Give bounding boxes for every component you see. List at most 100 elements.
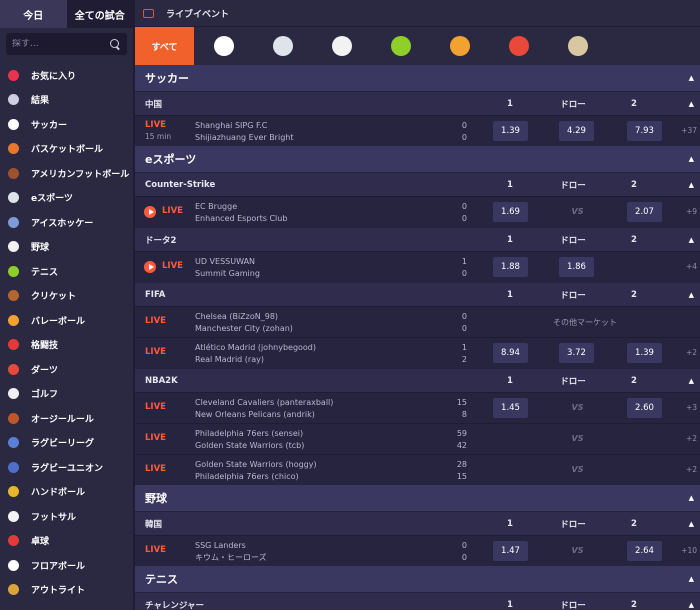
sidebar-item[interactable]: 野球 <box>0 235 133 260</box>
sidebar-item[interactable]: アウトライト <box>0 578 133 603</box>
sidebar-item[interactable]: ラグビーユニオン <box>0 455 133 480</box>
event-teams[interactable]: Atlético Madrid (johnybegood) Real Madrid… <box>195 342 316 366</box>
odds-draw-button[interactable]: 1.86 <box>559 257 594 277</box>
odds-home-button[interactable]: 1.39 <box>493 121 528 141</box>
filter-baseball-button[interactable] <box>312 27 371 65</box>
sidebar-item[interactable]: オージールール <box>0 406 133 431</box>
sidebar-item[interactable]: 卓球 <box>0 529 133 554</box>
more-markets-link[interactable]: +9 <box>686 207 697 216</box>
odds-home-button[interactable]: 1.47 <box>493 541 528 561</box>
category-header[interactable]: 野球 ▲ <box>135 485 700 511</box>
filter-mouse-button[interactable] <box>253 27 312 65</box>
event-teams[interactable]: SSG Landers キウム・ヒーローズ <box>195 540 267 564</box>
search-icon[interactable] <box>110 38 121 50</box>
odds-home-button[interactable]: 1.69 <box>493 202 528 222</box>
league-header[interactable]: 中国 1 ドロー 2 ▲ <box>135 91 700 115</box>
odds-away-button[interactable]: 2.64 <box>627 541 662 561</box>
more-markets-link[interactable]: +2 <box>686 465 697 474</box>
sidebar-item[interactable]: eスポーツ <box>0 186 133 211</box>
filter-soccer-ball-button[interactable] <box>194 27 253 65</box>
odds-home-button[interactable]: 1.88 <box>493 257 528 277</box>
league-name: Counter-Strike <box>145 179 216 190</box>
chevron-up-icon[interactable]: ▲ <box>689 236 694 244</box>
event-row[interactable]: LIVE EC Brugge Enhanced Esports Club 0 0 1.69… <box>135 196 700 227</box>
live-play-icon[interactable] <box>144 261 156 273</box>
league-header[interactable]: NBA2K 1 ドロー 2 ▲ <box>135 368 700 392</box>
odds-away-button[interactable]: 1.39 <box>627 343 662 363</box>
chevron-up-icon[interactable]: ▲ <box>689 575 694 583</box>
live-play-icon[interactable] <box>144 206 156 218</box>
more-markets-link[interactable]: +37 <box>681 126 697 135</box>
chevron-up-icon[interactable]: ▲ <box>689 181 694 189</box>
event-row[interactable]: LIVE Cleveland Cavaliers (panteraxball) Ne… <box>135 392 700 423</box>
sidebar-item[interactable]: バレーボール <box>0 308 133 333</box>
chevron-up-icon[interactable]: ▲ <box>689 74 694 82</box>
odds-away-button[interactable]: 2.07 <box>627 202 662 222</box>
sidebar-item[interactable]: ハンドボール <box>0 480 133 505</box>
sidebar-item[interactable]: フットサル <box>0 504 133 529</box>
category-header[interactable]: サッカー ▲ <box>135 65 700 91</box>
odds-home-button[interactable]: 1.45 <box>493 398 528 418</box>
event-row[interactable]: LIVE 15 min Shanghai SIPG F.C Shijiazhuang … <box>135 115 700 146</box>
league-header[interactable]: FIFA 1 ドロー 2 ▲ <box>135 282 700 306</box>
sidebar-item[interactable]: お気に入り <box>0 63 133 88</box>
odds-draw-button[interactable]: 4.29 <box>559 121 594 141</box>
event-teams[interactable]: Chelsea (BiZzoN_98) Manchester City (zoha… <box>195 311 293 335</box>
league-header[interactable]: Counter-Strike 1 ドロー 2 ▲ <box>135 172 700 196</box>
category-header[interactable]: テニス ▲ <box>135 566 700 592</box>
league-header[interactable]: 韓国 1 ドロー 2 ▲ <box>135 511 700 535</box>
odds-home-button[interactable]: 8.94 <box>493 343 528 363</box>
event-row[interactable]: LIVE Chelsea (BiZzoN_98) Manchester City (… <box>135 306 700 337</box>
sidebar-item[interactable]: サッカー <box>0 112 133 137</box>
chevron-up-icon[interactable]: ▲ <box>689 291 694 299</box>
more-markets-link[interactable]: +2 <box>686 434 697 443</box>
filter-dartboard-button[interactable] <box>489 27 548 65</box>
filter-all-button[interactable]: すべて <box>135 27 194 65</box>
sidebar-item[interactable]: ダーツ <box>0 357 133 382</box>
league-header[interactable]: チャレンジャー 1 ドロー 2 ▲ <box>135 592 700 610</box>
more-markets-link[interactable]: +10 <box>681 546 697 555</box>
search-input[interactable] <box>12 39 102 49</box>
filter-billiards-rack-button[interactable] <box>548 27 607 65</box>
more-markets-link[interactable]: +2 <box>686 348 697 357</box>
event-teams[interactable]: UD VESSUWAN Summit Gaming <box>195 256 260 280</box>
odds-away-button[interactable]: 7.93 <box>627 121 662 141</box>
event-row[interactable]: LIVE Philadelphia 76ers (sensei) Golden St… <box>135 423 700 454</box>
filter-volleyball-button[interactable] <box>430 27 489 65</box>
more-markets-link[interactable]: +3 <box>686 403 697 412</box>
event-teams[interactable]: Shanghai SIPG F.C Shijiazhuang Ever Brigh… <box>195 120 293 144</box>
event-row[interactable]: LIVE UD VESSUWAN Summit Gaming 1 0 1.88 1.86 +4 <box>135 251 700 282</box>
chevron-up-icon[interactable]: ▲ <box>689 520 694 528</box>
more-markets-link[interactable]: +4 <box>686 262 697 271</box>
odds-draw-button[interactable]: 3.72 <box>559 343 594 363</box>
chevron-up-icon[interactable]: ▲ <box>689 494 694 502</box>
event-teams[interactable]: Philadelphia 76ers (sensei) Golden State … <box>195 428 304 452</box>
event-teams[interactable]: Golden State Warriors (hoggy) Philadelphi… <box>195 459 317 483</box>
home-team: Philadelphia 76ers (sensei) <box>195 429 304 438</box>
chevron-up-icon[interactable]: ▲ <box>689 100 694 108</box>
chevron-up-icon[interactable]: ▲ <box>689 377 694 385</box>
sidebar-item[interactable]: バスケットボール <box>0 137 133 162</box>
sidebar-item[interactable]: テニス <box>0 259 133 284</box>
odds-away-button[interactable]: 2.60 <box>627 398 662 418</box>
category-header[interactable]: eスポーツ ▲ <box>135 146 700 172</box>
sidebar-item[interactable]: アメリカンフットボール <box>0 161 133 186</box>
sidebar-item[interactable]: クリケット <box>0 284 133 309</box>
event-row[interactable]: LIVE Golden State Warriors (hoggy) Philade… <box>135 454 700 485</box>
tab-today[interactable]: 今日 <box>0 0 67 28</box>
chevron-up-icon[interactable]: ▲ <box>689 601 694 609</box>
sidebar-item[interactable]: ゴルフ <box>0 382 133 407</box>
sidebar-item[interactable]: 結果 <box>0 88 133 113</box>
event-teams[interactable]: Cleveland Cavaliers (panteraxball) New Or… <box>195 397 333 421</box>
tab-all-matches[interactable]: 全ての試合 <box>66 0 133 28</box>
event-teams[interactable]: EC Brugge Enhanced Esports Club <box>195 201 287 225</box>
sidebar-item[interactable]: アイスホッケー <box>0 210 133 235</box>
sidebar-item[interactable]: フロアボール <box>0 553 133 578</box>
event-row[interactable]: LIVE SSG Landers キウム・ヒーローズ 0 0 1.47 VS 2.64 +10 <box>135 535 700 566</box>
sidebar-item[interactable]: ラグビーリーグ <box>0 431 133 456</box>
league-header[interactable]: ドータ2 1 ドロー 2 ▲ <box>135 227 700 251</box>
event-row[interactable]: LIVE Atlético Madrid (johnybegood) Real Ma… <box>135 337 700 368</box>
chevron-up-icon[interactable]: ▲ <box>689 155 694 163</box>
filter-tennis-ball-button[interactable] <box>371 27 430 65</box>
sidebar-item[interactable]: 格闘技 <box>0 333 133 358</box>
